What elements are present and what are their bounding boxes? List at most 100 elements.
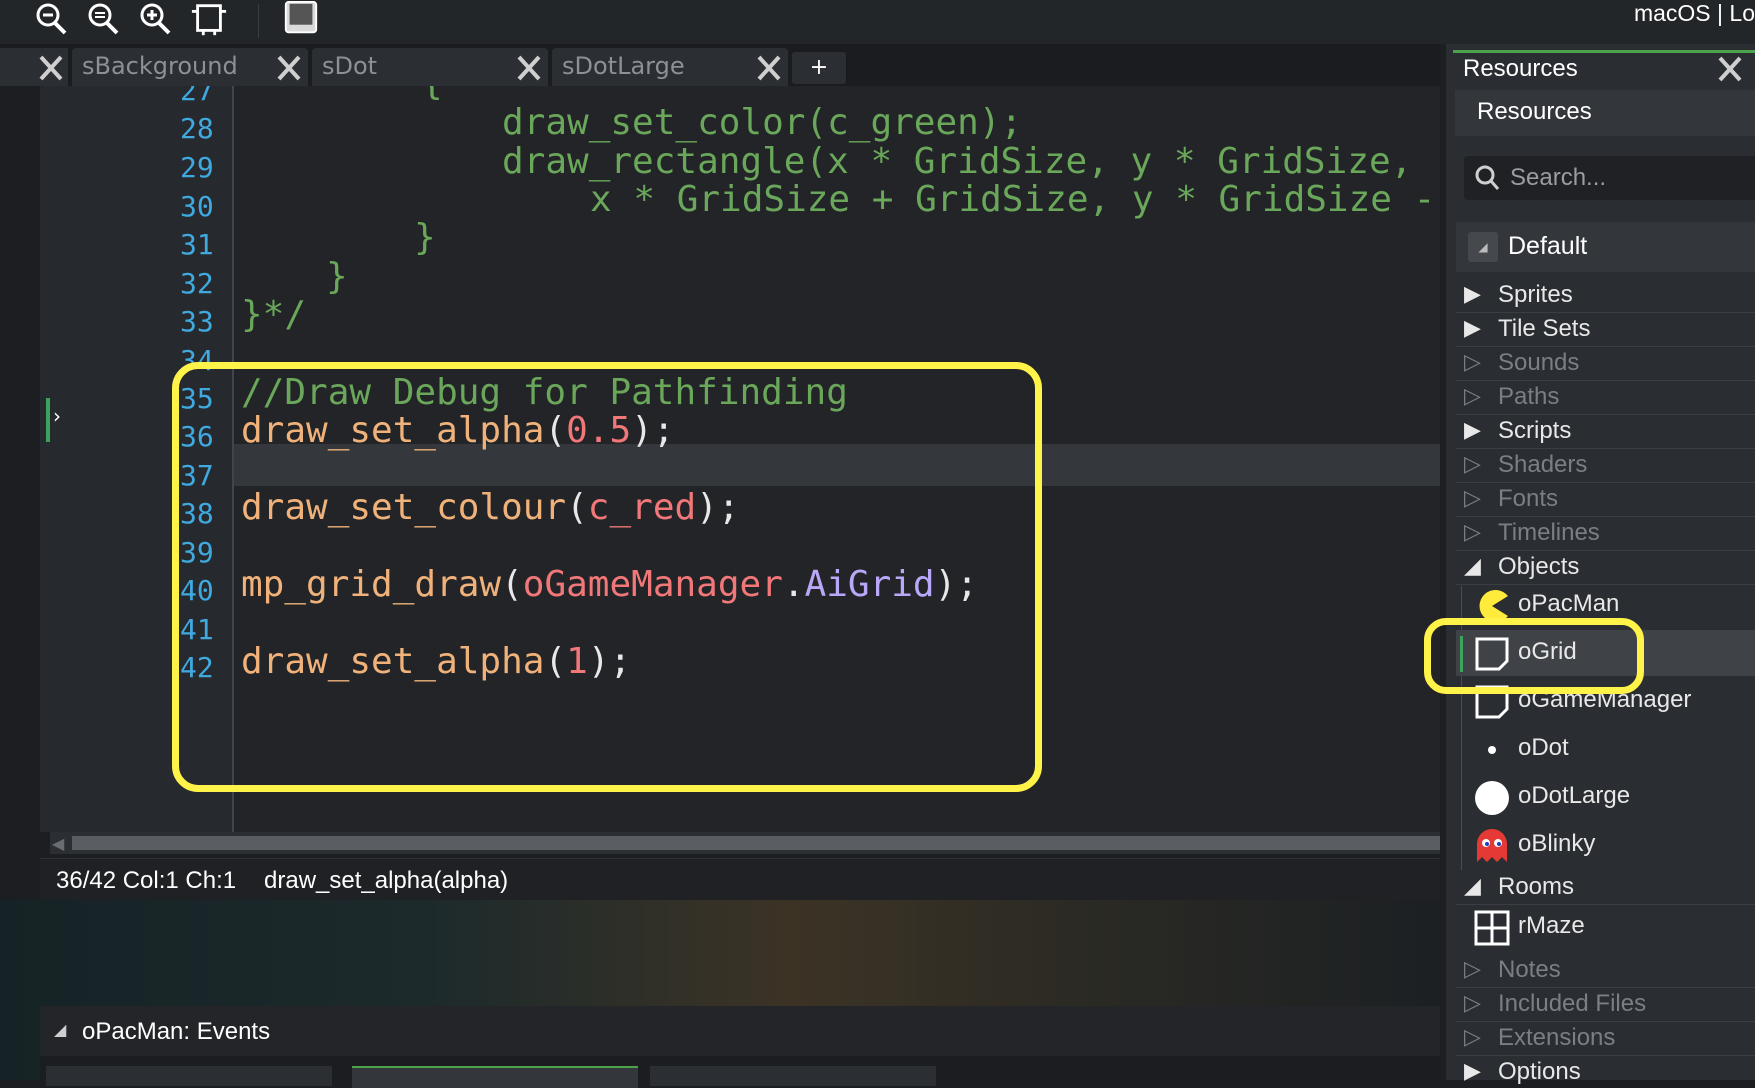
resource-label: oDot — [1518, 734, 1569, 761]
tab-label: sDotLarge — [562, 52, 685, 80]
folder-rooms[interactable]: ◢ Rooms — [1456, 870, 1755, 905]
folder-label: Sounds — [1498, 349, 1580, 376]
folder-extensions[interactable]: ▷ Extensions — [1456, 1021, 1755, 1056]
resource-label: oPacMan — [1518, 590, 1620, 617]
event-tab[interactable] — [46, 1066, 332, 1086]
expand-triangle-icon: ▷ — [1464, 1025, 1481, 1050]
line-number: 27 — [180, 86, 214, 107]
collapse-triangle-icon: ◢ — [1464, 554, 1481, 579]
resources-header: Resources — [1455, 90, 1755, 136]
device-icon[interactable] — [282, 0, 320, 38]
code-line-31: } — [414, 217, 436, 258]
folder-label: Extensions — [1498, 1024, 1616, 1051]
folder-label: Paths — [1498, 383, 1560, 410]
zoom-reset-icon[interactable] — [84, 0, 122, 38]
folder-fonts[interactable]: ▷ Fonts — [1456, 482, 1755, 517]
scrollbar-thumb[interactable] — [72, 836, 1440, 850]
os-label: macOS | Lo — [1633, 0, 1755, 26]
line-number: 33 — [180, 305, 214, 338]
scroll-left-icon[interactable]: ◀ — [52, 834, 64, 853]
resources-tab-label: Resources — [1463, 55, 1578, 82]
tab-sdot[interactable]: sDot — [312, 48, 548, 86]
folder-label: Tile Sets — [1498, 315, 1591, 342]
resources-tab[interactable]: Resources — [1453, 50, 1755, 89]
search-icon — [1475, 165, 1500, 190]
line-number: 29 — [180, 151, 214, 184]
expand-triangle-icon: ▷ — [1464, 350, 1481, 375]
close-icon[interactable] — [516, 54, 542, 82]
folder-sprites[interactable]: ▶ Sprites — [1456, 278, 1755, 313]
resource-label: oBlinky — [1518, 830, 1596, 857]
close-icon[interactable] — [276, 54, 302, 82]
resource-odotlarge[interactable]: oDotLarge — [1456, 774, 1755, 820]
close-icon[interactable] — [756, 54, 782, 82]
add-tab-button[interactable]: + — [792, 52, 846, 84]
code-line-33: }*/ — [241, 294, 307, 335]
function-signature-hint: draw_set_alpha(alpha) — [264, 867, 509, 894]
folder-label: Rooms — [1498, 873, 1575, 900]
cursor-position: 36/42 Col:1 Ch:1 — [56, 867, 237, 894]
folder-label: Notes — [1498, 956, 1561, 983]
expand-triangle-icon: ▷ — [1464, 991, 1481, 1016]
folder-label: Objects — [1498, 553, 1580, 580]
event-tab[interactable] — [352, 1066, 638, 1088]
tab-sbackground[interactable]: sBackground — [72, 48, 308, 86]
folder-label: Timelines — [1498, 519, 1600, 546]
code-line-29: draw_rectangle(x * GridSize, y * GridSiz… — [502, 141, 1413, 182]
zoom-out-icon[interactable] — [32, 0, 70, 38]
folder-options[interactable]: ▶ Options — [1456, 1055, 1755, 1085]
fit-icon[interactable] — [190, 0, 228, 38]
folder-shaders[interactable]: ▷ Shaders — [1456, 448, 1755, 483]
code-line-32: } — [326, 256, 348, 297]
tab-sdotlarge[interactable]: sDotLarge — [552, 48, 788, 86]
room-icon — [1474, 910, 1510, 946]
folder-paths[interactable]: ▷ Paths — [1456, 380, 1755, 415]
expand-triangle-icon: ▷ — [1464, 957, 1481, 982]
collapse-triangle-icon[interactable]: ◢ — [54, 1020, 66, 1039]
resource-group-default[interactable]: ◢ Default — [1456, 222, 1755, 272]
folder-scripts[interactable]: ▶ Scripts — [1456, 414, 1755, 449]
folder-label: Fonts — [1498, 485, 1559, 512]
line-number: 30 — [180, 190, 214, 223]
folder-label: Included Files — [1498, 990, 1647, 1017]
resource-oblinky[interactable]: oBlinky — [1456, 822, 1755, 868]
search-placeholder: Search... — [1510, 164, 1607, 191]
folder-notes[interactable]: ▷ Notes — [1456, 953, 1755, 988]
expand-triangle-icon: ▷ — [1464, 452, 1481, 477]
close-icon[interactable] — [38, 54, 64, 82]
folder-tile-sets[interactable]: ▶ Tile Sets — [1456, 312, 1755, 347]
zoom-in-icon[interactable] — [136, 0, 174, 38]
close-icon[interactable] — [1717, 55, 1743, 83]
code-line-27: { — [421, 86, 443, 103]
expand-triangle-icon: ▶ — [1464, 418, 1481, 443]
resource-label: oDotLarge — [1518, 782, 1631, 809]
tab-label: sDot — [322, 52, 378, 80]
large-dot-icon — [1475, 781, 1509, 815]
expand-triangle-icon: ▷ — [1464, 486, 1481, 511]
resource-odot[interactable]: oDot — [1456, 726, 1755, 772]
resource-rmaze[interactable]: rMaze — [1456, 904, 1755, 950]
folder-included-files[interactable]: ▷ Included Files — [1456, 987, 1755, 1022]
dot-icon — [1488, 746, 1496, 754]
resource-label: rMaze — [1518, 912, 1585, 939]
folder-objects[interactable]: ◢ Objects — [1456, 550, 1755, 585]
folder-label: Sprites — [1498, 281, 1573, 308]
folder-label: Scripts — [1498, 417, 1572, 444]
event-tab[interactable] — [650, 1066, 936, 1086]
events-panel-header[interactable]: ◢ oPacMan: Events — [40, 1006, 1440, 1056]
folder-sounds[interactable]: ▷ Sounds — [1456, 346, 1755, 381]
resources-title: Resources — [1477, 98, 1592, 125]
events-tab-bar — [40, 1056, 1440, 1088]
search-input[interactable]: Search... — [1464, 156, 1755, 200]
tab-label: sBackground — [82, 52, 238, 80]
ghost-icon — [1477, 829, 1507, 862]
group-label: Default — [1508, 232, 1588, 260]
folder-timelines[interactable]: ▷ Timelines — [1456, 516, 1755, 551]
top-toolbar: macOS | Lo — [0, 0, 1755, 44]
tab-partial[interactable] — [0, 48, 68, 86]
group-icon: ◢ — [1468, 232, 1498, 262]
editor-status-bar: 36/42 Col:1 Ch:1 draw_set_alpha(alpha) — [40, 858, 1440, 901]
folder-label: Options — [1498, 1058, 1581, 1085]
line-number: 28 — [180, 112, 214, 145]
expand-triangle-icon: ▶ — [1464, 282, 1481, 307]
